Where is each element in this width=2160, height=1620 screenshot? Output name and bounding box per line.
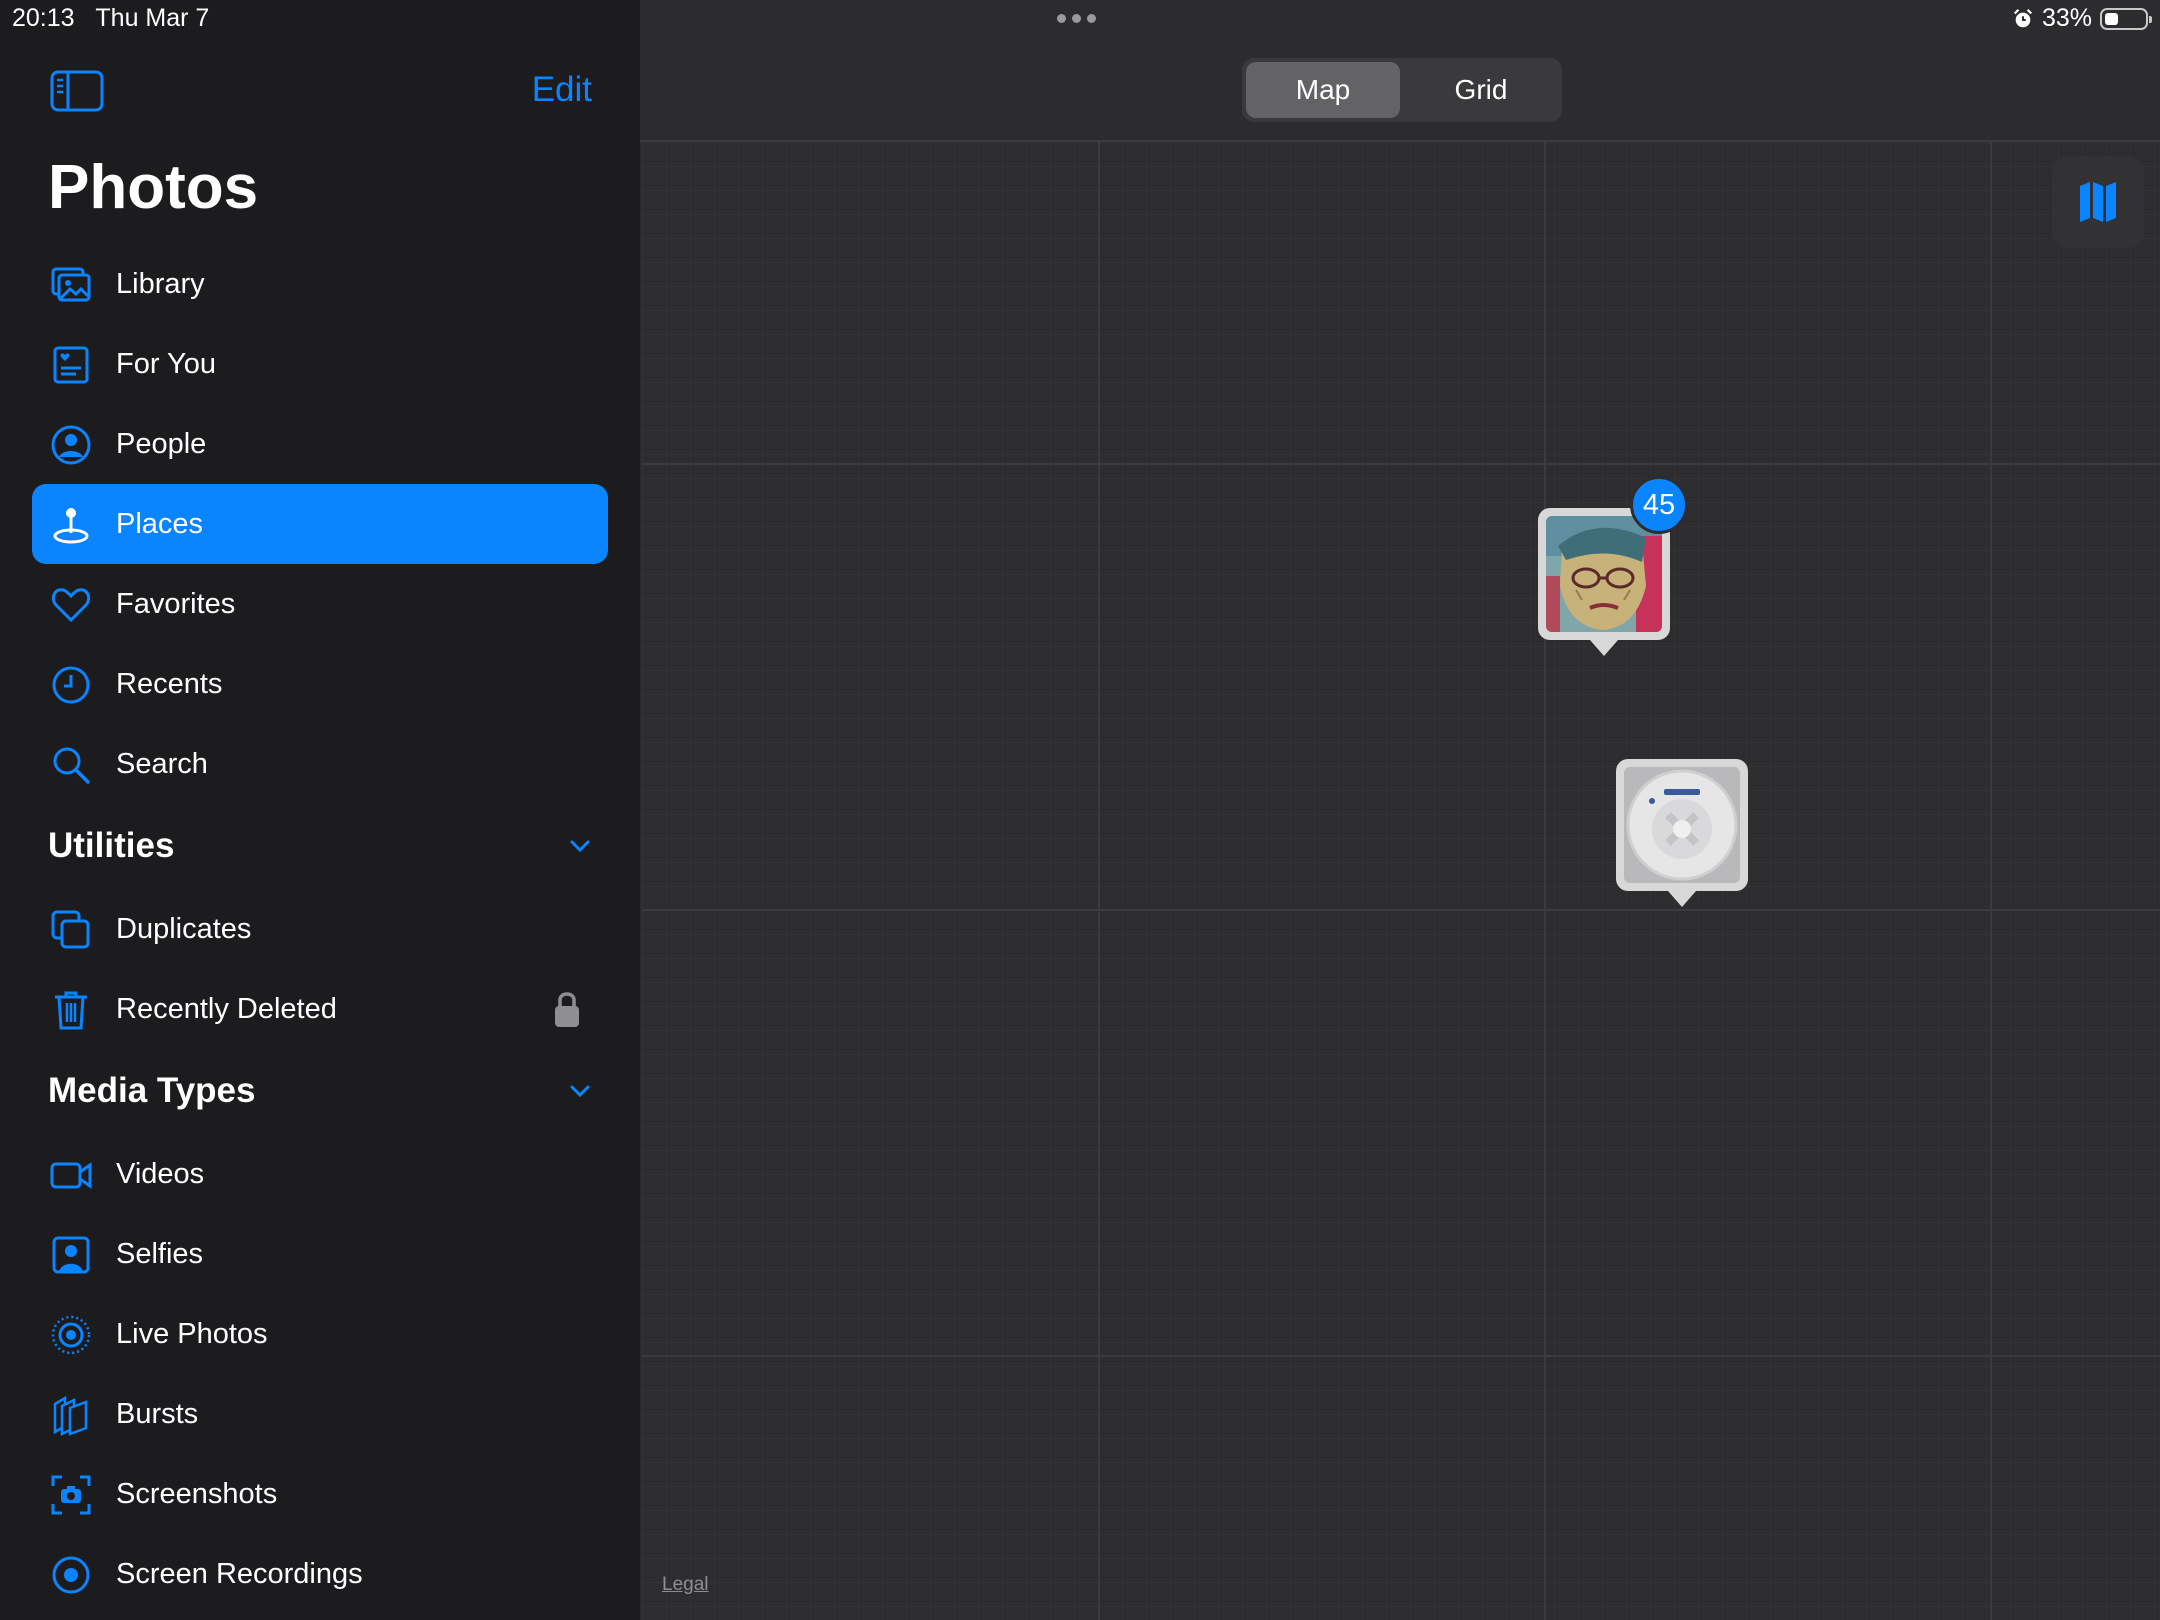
sidebar-item-live-photos[interactable]: Live Photos — [32, 1294, 608, 1374]
map-mode-button[interactable] — [2052, 156, 2144, 248]
sidebar-item-label: Recents — [116, 667, 223, 700]
sidebar-item-label: Videos — [116, 1157, 205, 1190]
status-date: Thu Mar 7 — [95, 4, 210, 32]
map-icon — [2080, 182, 2116, 222]
live-photo-icon — [51, 1315, 91, 1355]
map-pin-icon — [53, 508, 89, 544]
search-icon — [53, 747, 90, 784]
heart-icon — [51, 588, 91, 623]
section-header-utilities[interactable]: Utilities — [48, 816, 596, 876]
status-indicators: 33% — [2012, 4, 2152, 33]
view-mode-segmented-control[interactable]: Map Grid — [1242, 58, 1562, 122]
sidebar-item-search[interactable]: Search — [32, 724, 608, 804]
sidebar-item-label: Recently Deleted — [116, 992, 337, 1025]
segment-grid[interactable]: Grid — [1404, 62, 1558, 118]
sidebar-item-label: Live Photos — [116, 1317, 268, 1350]
map-gridline — [642, 909, 2160, 911]
battery-percentage: 33% — [2041, 4, 2092, 32]
sidebar-item-for-you[interactable]: For You — [32, 324, 608, 404]
sidebar-item-recents[interactable]: Recents — [32, 644, 608, 724]
lock-icon — [555, 992, 579, 1027]
sidebar-item-label: Search — [116, 747, 208, 780]
clock-icon — [52, 666, 90, 704]
legal-link[interactable]: Legal — [662, 1574, 709, 1596]
sidebar-item-label: Screen Recordings — [116, 1557, 363, 1590]
status-time: 20:13 — [12, 4, 75, 32]
sidebar-item-bursts[interactable]: Bursts — [32, 1374, 608, 1454]
segment-map[interactable]: Map — [1246, 62, 1400, 118]
status-time-date: 20:13 Thu Mar 7 — [12, 4, 209, 33]
section-title: Utilities — [48, 826, 175, 865]
person-circle-icon — [51, 425, 91, 465]
sidebar-item-label: Screenshots — [116, 1477, 278, 1510]
sidebar-item-duplicates[interactable]: Duplicates — [32, 889, 608, 969]
sidebar-item-label: Places — [116, 507, 204, 540]
battery-fill — [2105, 12, 2118, 25]
sidebar-item-label: Duplicates — [116, 912, 252, 945]
sidebar-item-label: Favorites — [116, 587, 236, 620]
sidebar-item-label: Selfies — [116, 1237, 204, 1270]
section-header-media-types[interactable]: Media Types — [48, 1061, 596, 1121]
sidebar-item-label: For You — [116, 347, 216, 380]
selfie-icon — [52, 1236, 90, 1274]
trash-icon — [55, 991, 87, 1030]
map-view[interactable]: 45 Legal — [642, 142, 2160, 1620]
sidebar-item-places[interactable]: Places — [32, 484, 608, 564]
map-gridline — [642, 463, 2160, 465]
sidebar-item-selfies[interactable]: Selfies — [32, 1214, 608, 1294]
photo-thumbnail — [1624, 767, 1740, 883]
battery-icon — [2100, 7, 2152, 30]
sidebar: Edit Photos Library For You People Place… — [0, 0, 640, 1620]
sidebar-item-people[interactable]: People — [32, 404, 608, 484]
edit-button[interactable]: Edit — [532, 70, 592, 110]
for-you-icon — [53, 346, 89, 384]
bursts-icon — [53, 1395, 88, 1436]
photo-cluster-pin[interactable]: 45 — [1538, 476, 1688, 656]
sidebar-item-label: Bursts — [116, 1397, 199, 1430]
chevron-down-icon[interactable] — [564, 1075, 596, 1107]
map-gridline — [642, 1355, 2160, 1357]
sidebar-title: Photos — [48, 153, 259, 222]
sidebar-item-recently-deleted[interactable]: Recently Deleted — [32, 969, 608, 1049]
sidebar-item-screen-recordings[interactable]: Screen Recordings — [32, 1534, 608, 1614]
toolbar: Map Grid — [640, 0, 2160, 142]
sidebar-item-screenshots[interactable]: Screenshots — [32, 1454, 608, 1534]
photo-thumbnail — [1546, 516, 1662, 632]
sidebar-item-library[interactable]: Library — [32, 244, 608, 324]
screenshot-icon — [51, 1475, 91, 1515]
map-gridline — [1098, 142, 1100, 1620]
sidebar-toggle-icon[interactable] — [50, 70, 104, 112]
duplicates-icon — [51, 910, 90, 949]
map-gridline — [1544, 142, 1546, 1620]
sidebar-item-label: People — [116, 427, 207, 460]
video-icon — [50, 1162, 92, 1189]
section-title: Media Types — [48, 1071, 256, 1110]
photo-library-icon — [51, 267, 91, 302]
photo-count-badge: 45 — [1630, 476, 1688, 534]
sidebar-item-videos[interactable]: Videos — [32, 1134, 608, 1214]
map-gridline — [1990, 142, 1992, 1620]
screen-recording-icon — [52, 1556, 90, 1594]
multitasking-dots[interactable] — [1057, 14, 1096, 23]
photo-pin[interactable] — [1616, 759, 1748, 907]
alarm-icon — [2013, 8, 2033, 27]
sidebar-item-label: Library — [116, 267, 205, 300]
chevron-down-icon[interactable] — [564, 830, 596, 862]
main-content: Map Grid 45 Legal — [640, 0, 2160, 1620]
sidebar-item-favorites[interactable]: Favorites — [32, 564, 608, 644]
